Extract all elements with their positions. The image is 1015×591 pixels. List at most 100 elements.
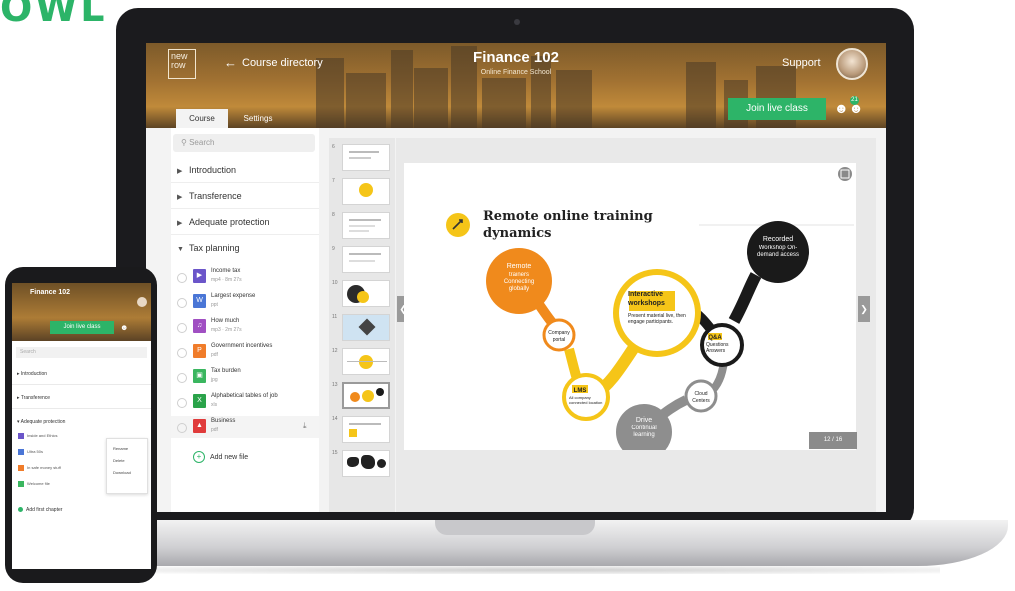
drag-handle[interactable]: [177, 373, 187, 383]
chevron-right-icon: ▶: [177, 194, 183, 201]
phone-chapter-adequate-protection[interactable]: ▾ Adequate protection: [12, 411, 151, 433]
file-meta: pdf: [211, 352, 218, 358]
svg-text:Q&A: Q&A: [708, 335, 722, 341]
thumbnail-number: 11: [332, 314, 338, 320]
tab-settings[interactable]: Settings: [232, 109, 284, 128]
search-icon: ⚲: [181, 138, 187, 147]
menu-item-rename[interactable]: Rename: [107, 439, 147, 451]
drag-handle[interactable]: [177, 423, 187, 433]
phone-file-item[interactable]: Inside and Ethics: [18, 433, 57, 439]
participants-icon[interactable]: ☻: [120, 323, 128, 332]
slide-thumbnail[interactable]: [342, 144, 390, 171]
file-meta: ppt: [211, 302, 218, 308]
search-input[interactable]: ⚲ Search: [173, 134, 315, 152]
slide-thumbnail[interactable]: [342, 246, 390, 273]
file-name: Government incentives: [211, 343, 273, 349]
download-icon[interactable]: ⤓: [303, 421, 307, 431]
chapter-transference[interactable]: ▶ Transference: [171, 184, 319, 209]
phone-join-live-class-button[interactable]: Join live class: [50, 321, 114, 334]
node-cloud-centers: Cloud Centers: [684, 379, 718, 413]
chapter-label: Transference: [189, 191, 242, 201]
file-meta: pdf: [211, 427, 218, 433]
participants-icon[interactable]: ☻☻: [834, 100, 863, 116]
tab-course[interactable]: Course: [176, 109, 228, 128]
phone-chapter-introduction[interactable]: ▸ Introduction: [12, 363, 151, 385]
slide-thumbnail[interactable]: [342, 450, 390, 477]
slide-thumbnails: 6 7 8 9 10 11 12 13 14 15: [329, 138, 395, 512]
chevron-down-icon: ▼: [177, 246, 184, 253]
file-item-selected[interactable]: ▲ Business pdf ⤓: [171, 416, 319, 438]
svg-text:Remote: Remote: [507, 263, 532, 270]
support-link[interactable]: Support: [782, 57, 821, 69]
avatar[interactable]: [137, 297, 147, 307]
svg-text:Drive: Drive: [636, 417, 652, 424]
file-name: Alphabetical tables of job: [211, 393, 278, 399]
drag-handle[interactable]: [177, 273, 187, 283]
node-interactive-workshops: Interactive workshops Present material l…: [613, 269, 701, 357]
file-name: Largest expense: [211, 293, 256, 299]
file-item[interactable]: ▣ Tax burden jpg: [171, 366, 319, 388]
slide-title-line1: Remote online training: [483, 209, 653, 224]
thumbnail-number: 12: [332, 348, 338, 354]
menu-item-delete[interactable]: Delete: [107, 451, 147, 463]
drag-handle[interactable]: [177, 398, 187, 408]
course-sidebar: ⚲ Search ▶ Introduction ▶ Transference ▶ Ad…: [171, 128, 319, 512]
file-item[interactable]: P Government incentives pdf: [171, 341, 319, 363]
file-item[interactable]: ▶ Income tax mp4 · 8m 27s: [171, 266, 319, 288]
add-new-file-button[interactable]: + Add new file: [193, 451, 248, 463]
file-item[interactable]: ♫ How much mp3 · 2m 27s: [171, 316, 319, 338]
chapter-label: Transference: [20, 395, 51, 401]
file-item[interactable]: X Alphabetical tables of job xls: [171, 391, 319, 413]
join-live-class-button[interactable]: Join live class: [728, 98, 826, 120]
svg-text:Recorded: Recorded: [763, 236, 793, 243]
thumbnail-number: 7: [332, 178, 335, 184]
slide-thumbnail[interactable]: [342, 212, 390, 239]
presentation-icon: P: [193, 344, 206, 358]
slide-thumbnail[interactable]: [342, 178, 390, 205]
add-file-label: Add new file: [210, 454, 249, 461]
chapter-introduction[interactable]: ▶ Introduction: [171, 158, 319, 183]
chapter-label: Adequate protection: [189, 217, 270, 227]
file-name: In safe money stuff: [27, 465, 61, 471]
chapter-adequate-protection[interactable]: ▶ Adequate protection: [171, 210, 319, 235]
slide-thumbnail[interactable]: [342, 280, 390, 307]
drag-handle[interactable]: [177, 298, 187, 308]
chapter-tax-planning[interactable]: ▼ Tax planning: [171, 236, 319, 260]
slide-thumbnail[interactable]: [342, 416, 390, 443]
next-slide-button[interactable]: ❯: [858, 296, 870, 322]
file-name: Welcome file: [27, 481, 50, 487]
thumbnail-number: 10: [332, 280, 338, 286]
thumbnail-number: 6: [332, 144, 335, 150]
drag-handle[interactable]: [177, 323, 187, 333]
avatar[interactable]: [836, 48, 868, 80]
file-meta: mp4 · 8m 27s: [211, 277, 242, 283]
plus-icon: +: [193, 451, 205, 463]
phone-search-input[interactable]: Search: [16, 347, 147, 358]
phone-chapter-transference[interactable]: ▸ Transference: [12, 387, 151, 409]
slide-thumbnail-active[interactable]: [342, 382, 390, 409]
pdf-icon: ▲: [193, 419, 206, 433]
add-first-chapter-button[interactable]: Add first chapter: [18, 507, 62, 513]
fullscreen-icon[interactable]: [838, 167, 852, 181]
node-company-portal: Company portal: [542, 318, 576, 352]
slide-thumbnail[interactable]: [342, 314, 390, 341]
video-icon: [18, 433, 24, 439]
drag-handle[interactable]: [177, 348, 187, 358]
file-name: Ultra 50s: [27, 449, 44, 455]
slide-thumbnail[interactable]: [342, 348, 390, 375]
svg-text:Cloud: Cloud: [694, 391, 707, 397]
file-item[interactable]: W Largest expense ppt: [171, 291, 319, 313]
menu-item-download[interactable]: Download: [107, 463, 147, 475]
sheet-icon: X: [193, 394, 206, 408]
svg-text:Centers: Centers: [692, 398, 710, 404]
phone-file-item[interactable]: Ultra 50s: [18, 449, 43, 455]
phone-file-item[interactable]: In safe money stuff: [18, 465, 61, 471]
file-name: Tax burden: [211, 368, 241, 374]
file-meta: jpg: [211, 377, 218, 383]
chapter-label: Introduction: [189, 165, 237, 175]
thumbnail-number: 9: [332, 246, 335, 252]
phone-file-item[interactable]: Welcome file: [18, 481, 50, 487]
current-slide: Remote online training dynamics Remote t…: [404, 163, 856, 460]
svg-text:Company: Company: [548, 330, 570, 336]
course-header: new row ← Course directory Finance 102 O…: [146, 43, 886, 128]
